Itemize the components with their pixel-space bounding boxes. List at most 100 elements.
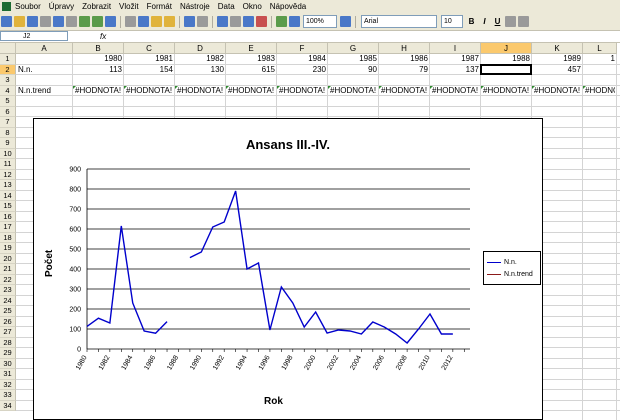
format-painter-icon[interactable] bbox=[164, 16, 175, 27]
row-header-31[interactable]: 31 bbox=[0, 369, 16, 380]
menu-vlozit[interactable]: Vložit bbox=[119, 2, 139, 11]
sort-ascending-icon[interactable] bbox=[243, 16, 254, 27]
underline-button[interactable]: U bbox=[492, 17, 503, 26]
row-header-29[interactable]: 29 bbox=[0, 348, 16, 359]
row-header-8[interactable]: 8 bbox=[0, 127, 16, 138]
row-header-3[interactable]: 3 bbox=[0, 75, 16, 86]
cell-error[interactable]: #HODNOTA! bbox=[534, 86, 581, 96]
sort-descending-icon[interactable] bbox=[256, 16, 267, 27]
chart-wizard-icon[interactable] bbox=[276, 16, 287, 27]
undo-icon[interactable] bbox=[184, 16, 195, 27]
row-header-33[interactable]: 33 bbox=[0, 390, 16, 401]
print-preview-icon[interactable] bbox=[79, 16, 90, 27]
cell-value[interactable]: 90 bbox=[330, 65, 377, 75]
font-size-select[interactable]: 10 bbox=[441, 15, 463, 28]
drawing-icon[interactable] bbox=[289, 16, 300, 27]
row-header-27[interactable]: 27 bbox=[0, 327, 16, 338]
row-header-19[interactable]: 19 bbox=[0, 243, 16, 254]
cell-value[interactable]: 154 bbox=[126, 65, 173, 75]
cell-year[interactable]: 1980 bbox=[75, 54, 122, 64]
cut-icon[interactable] bbox=[125, 16, 136, 27]
cell-row-label[interactable]: N.n.trend bbox=[18, 86, 71, 96]
cell-error[interactable]: #HODNOTA! bbox=[228, 86, 275, 96]
cell-year[interactable]: 1982 bbox=[177, 54, 224, 64]
row-header-1[interactable]: 1 bbox=[0, 54, 16, 65]
align-left-icon[interactable] bbox=[505, 16, 516, 27]
bold-button[interactable]: B bbox=[466, 17, 477, 26]
row-header-34[interactable]: 34 bbox=[0, 400, 16, 411]
cell-value[interactable]: 137 bbox=[432, 65, 479, 75]
row-header-28[interactable]: 28 bbox=[0, 337, 16, 348]
column-header-j[interactable]: J bbox=[481, 43, 532, 54]
menu-okno[interactable]: Okno bbox=[243, 2, 262, 11]
row-header-10[interactable]: 10 bbox=[0, 148, 16, 159]
column-header-f[interactable]: F bbox=[277, 43, 328, 54]
row-header-24[interactable]: 24 bbox=[0, 295, 16, 306]
row-header-6[interactable]: 6 bbox=[0, 106, 16, 117]
align-center-icon[interactable] bbox=[518, 16, 529, 27]
column-header-e[interactable]: E bbox=[226, 43, 277, 54]
email-icon[interactable] bbox=[53, 16, 64, 27]
row-header-11[interactable]: 11 bbox=[0, 159, 16, 170]
cell-row-label[interactable]: N.n. bbox=[18, 65, 71, 75]
row-header-14[interactable]: 14 bbox=[0, 190, 16, 201]
row-header-9[interactable]: 9 bbox=[0, 138, 16, 149]
autosum-icon[interactable] bbox=[230, 16, 241, 27]
cell-year[interactable]: 1988 bbox=[483, 54, 530, 64]
cell-error[interactable]: #HODNOTA! bbox=[381, 86, 428, 96]
cell-error[interactable]: #HODNOTA! bbox=[279, 86, 326, 96]
menu-upravy[interactable]: Úpravy bbox=[49, 2, 74, 11]
column-header-g[interactable]: G bbox=[328, 43, 379, 54]
column-header-b[interactable]: B bbox=[73, 43, 124, 54]
name-box[interactable]: J2 bbox=[0, 31, 68, 41]
zoom-select[interactable]: 100% bbox=[303, 15, 337, 28]
row-header-20[interactable]: 20 bbox=[0, 253, 16, 264]
column-header-i[interactable]: I bbox=[430, 43, 481, 54]
permission-icon[interactable] bbox=[40, 16, 51, 27]
column-header-h[interactable]: H bbox=[379, 43, 430, 54]
redo-icon[interactable] bbox=[197, 16, 208, 27]
cell-year[interactable]: 1986 bbox=[381, 54, 428, 64]
paste-icon[interactable] bbox=[151, 16, 162, 27]
menu-format[interactable]: Formát bbox=[147, 2, 172, 11]
row-header-7[interactable]: 7 bbox=[0, 117, 16, 128]
cell-value[interactable]: 615 bbox=[228, 65, 275, 75]
row-header-17[interactable]: 17 bbox=[0, 222, 16, 233]
insert-function-icon[interactable]: fx bbox=[100, 31, 106, 42]
help-icon[interactable] bbox=[340, 16, 351, 27]
cell-error[interactable]: #HODNOTA! bbox=[75, 86, 122, 96]
row-header-30[interactable]: 30 bbox=[0, 358, 16, 369]
cell-value[interactable]: 457 bbox=[534, 65, 581, 75]
column-header-c[interactable]: C bbox=[124, 43, 175, 54]
select-all-corner[interactable] bbox=[0, 43, 16, 54]
new-file-icon[interactable] bbox=[1, 16, 12, 27]
hyperlink-icon[interactable] bbox=[217, 16, 228, 27]
menu-napoveda[interactable]: Nápověda bbox=[270, 2, 306, 11]
italic-button[interactable]: I bbox=[479, 17, 490, 26]
excel-document-icon[interactable] bbox=[2, 2, 11, 11]
research-icon[interactable] bbox=[105, 16, 116, 27]
row-header-16[interactable]: 16 bbox=[0, 211, 16, 222]
row-header-12[interactable]: 12 bbox=[0, 169, 16, 180]
cell-value[interactable]: 130 bbox=[177, 65, 224, 75]
cell-year[interactable]: 1983 bbox=[228, 54, 275, 64]
row-header-21[interactable]: 21 bbox=[0, 264, 16, 275]
cell-error[interactable]: #HODNOTA! bbox=[432, 86, 479, 96]
cell-error[interactable]: #HODNOTA! bbox=[126, 86, 173, 96]
row-header-23[interactable]: 23 bbox=[0, 285, 16, 296]
column-header-k[interactable]: K bbox=[532, 43, 583, 54]
spelling-icon[interactable] bbox=[92, 16, 103, 27]
cell-value[interactable]: 230 bbox=[279, 65, 326, 75]
menu-data[interactable]: Data bbox=[218, 2, 235, 11]
cell-error[interactable]: #HODNOTA! bbox=[483, 86, 530, 96]
open-folder-icon[interactable] bbox=[14, 16, 25, 27]
menu-nastroje[interactable]: Nástroje bbox=[180, 2, 210, 11]
embedded-chart[interactable]: Ansans III.-IV. Počet Rok 0 100 200 300 400 5… bbox=[33, 118, 543, 420]
cell-year[interactable]: 1985 bbox=[330, 54, 377, 64]
column-header-a[interactable]: A bbox=[16, 43, 73, 54]
menu-soubor[interactable]: Soubor bbox=[15, 2, 41, 11]
column-header-l[interactable]: L bbox=[583, 43, 617, 54]
row-header-32[interactable]: 32 bbox=[0, 379, 16, 390]
row-header-18[interactable]: 18 bbox=[0, 232, 16, 243]
copy-icon[interactable] bbox=[138, 16, 149, 27]
